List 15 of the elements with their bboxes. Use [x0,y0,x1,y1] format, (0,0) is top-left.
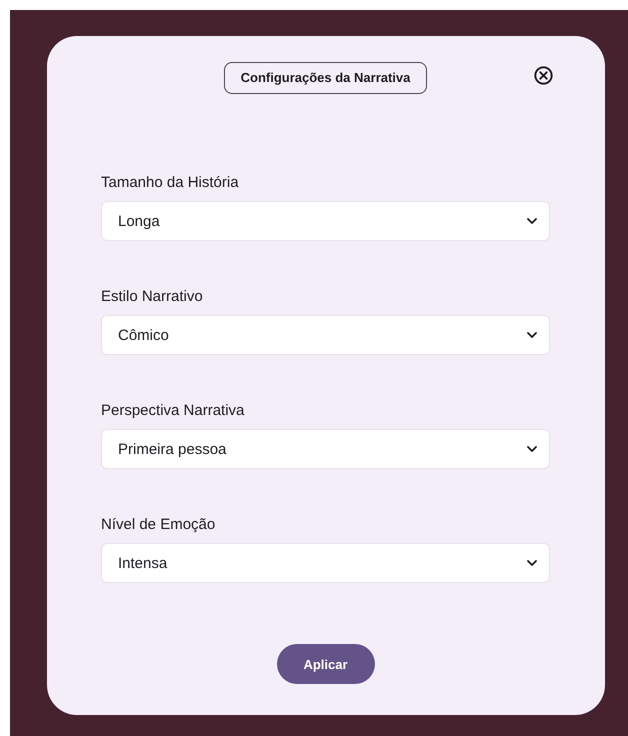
chevron-down-icon [527,446,537,452]
chevron-down-icon [527,560,537,566]
dialog-title: Configurações da Narrativa [224,62,428,94]
chevron-down-icon [527,332,537,338]
dropdown-field[interactable]: Intensa [101,543,550,583]
dropdown-field[interactable]: Cômico [101,315,550,355]
dropdown-field[interactable]: Primeira pessoa [101,429,550,469]
field-label: Tamanho da História [101,173,239,193]
close-icon[interactable] [534,66,553,85]
field-label: Nível de Emoção [101,515,216,535]
dropdown-field[interactable]: Longa [101,201,550,241]
field-label: Estilo Narrativo [101,287,203,307]
chevron-down-icon [527,218,537,224]
field-label: Perspectiva Narrativa [101,401,244,421]
apply-button[interactable]: Aplicar [276,644,374,684]
